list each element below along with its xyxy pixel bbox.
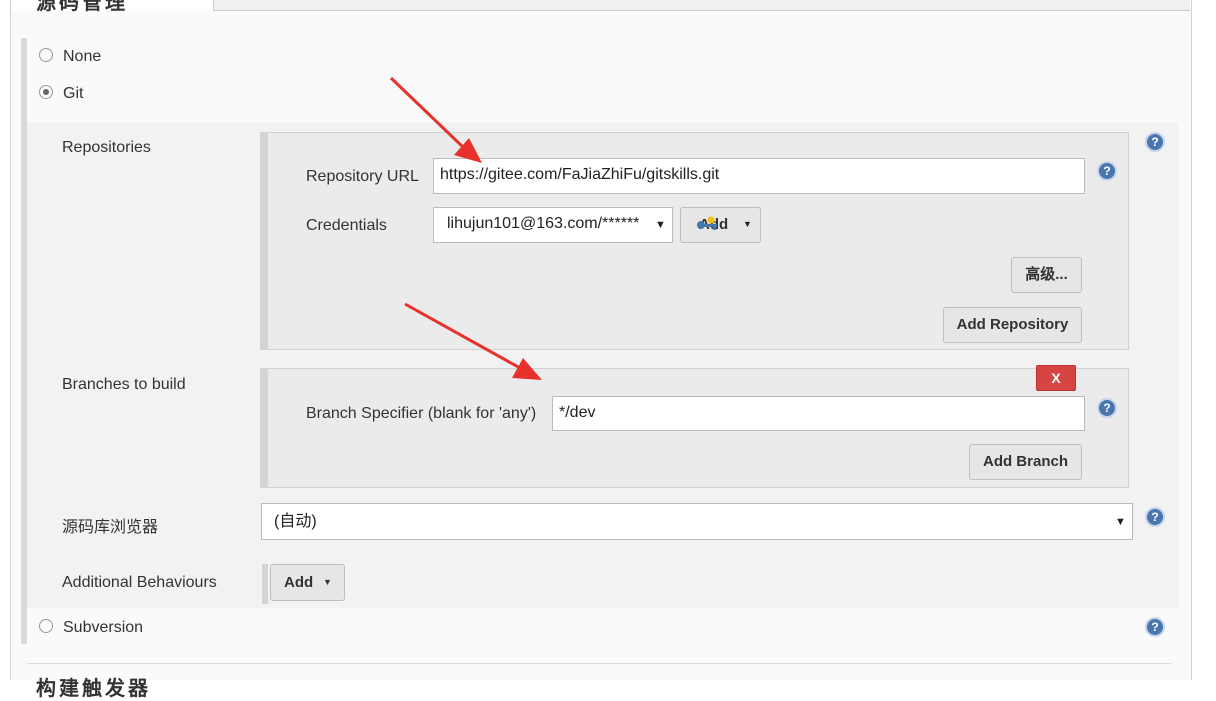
arrow-to-repository-url (389, 76, 482, 163)
arrow-to-branch-specifier (404, 302, 542, 380)
annotation-arrows (389, 76, 542, 380)
